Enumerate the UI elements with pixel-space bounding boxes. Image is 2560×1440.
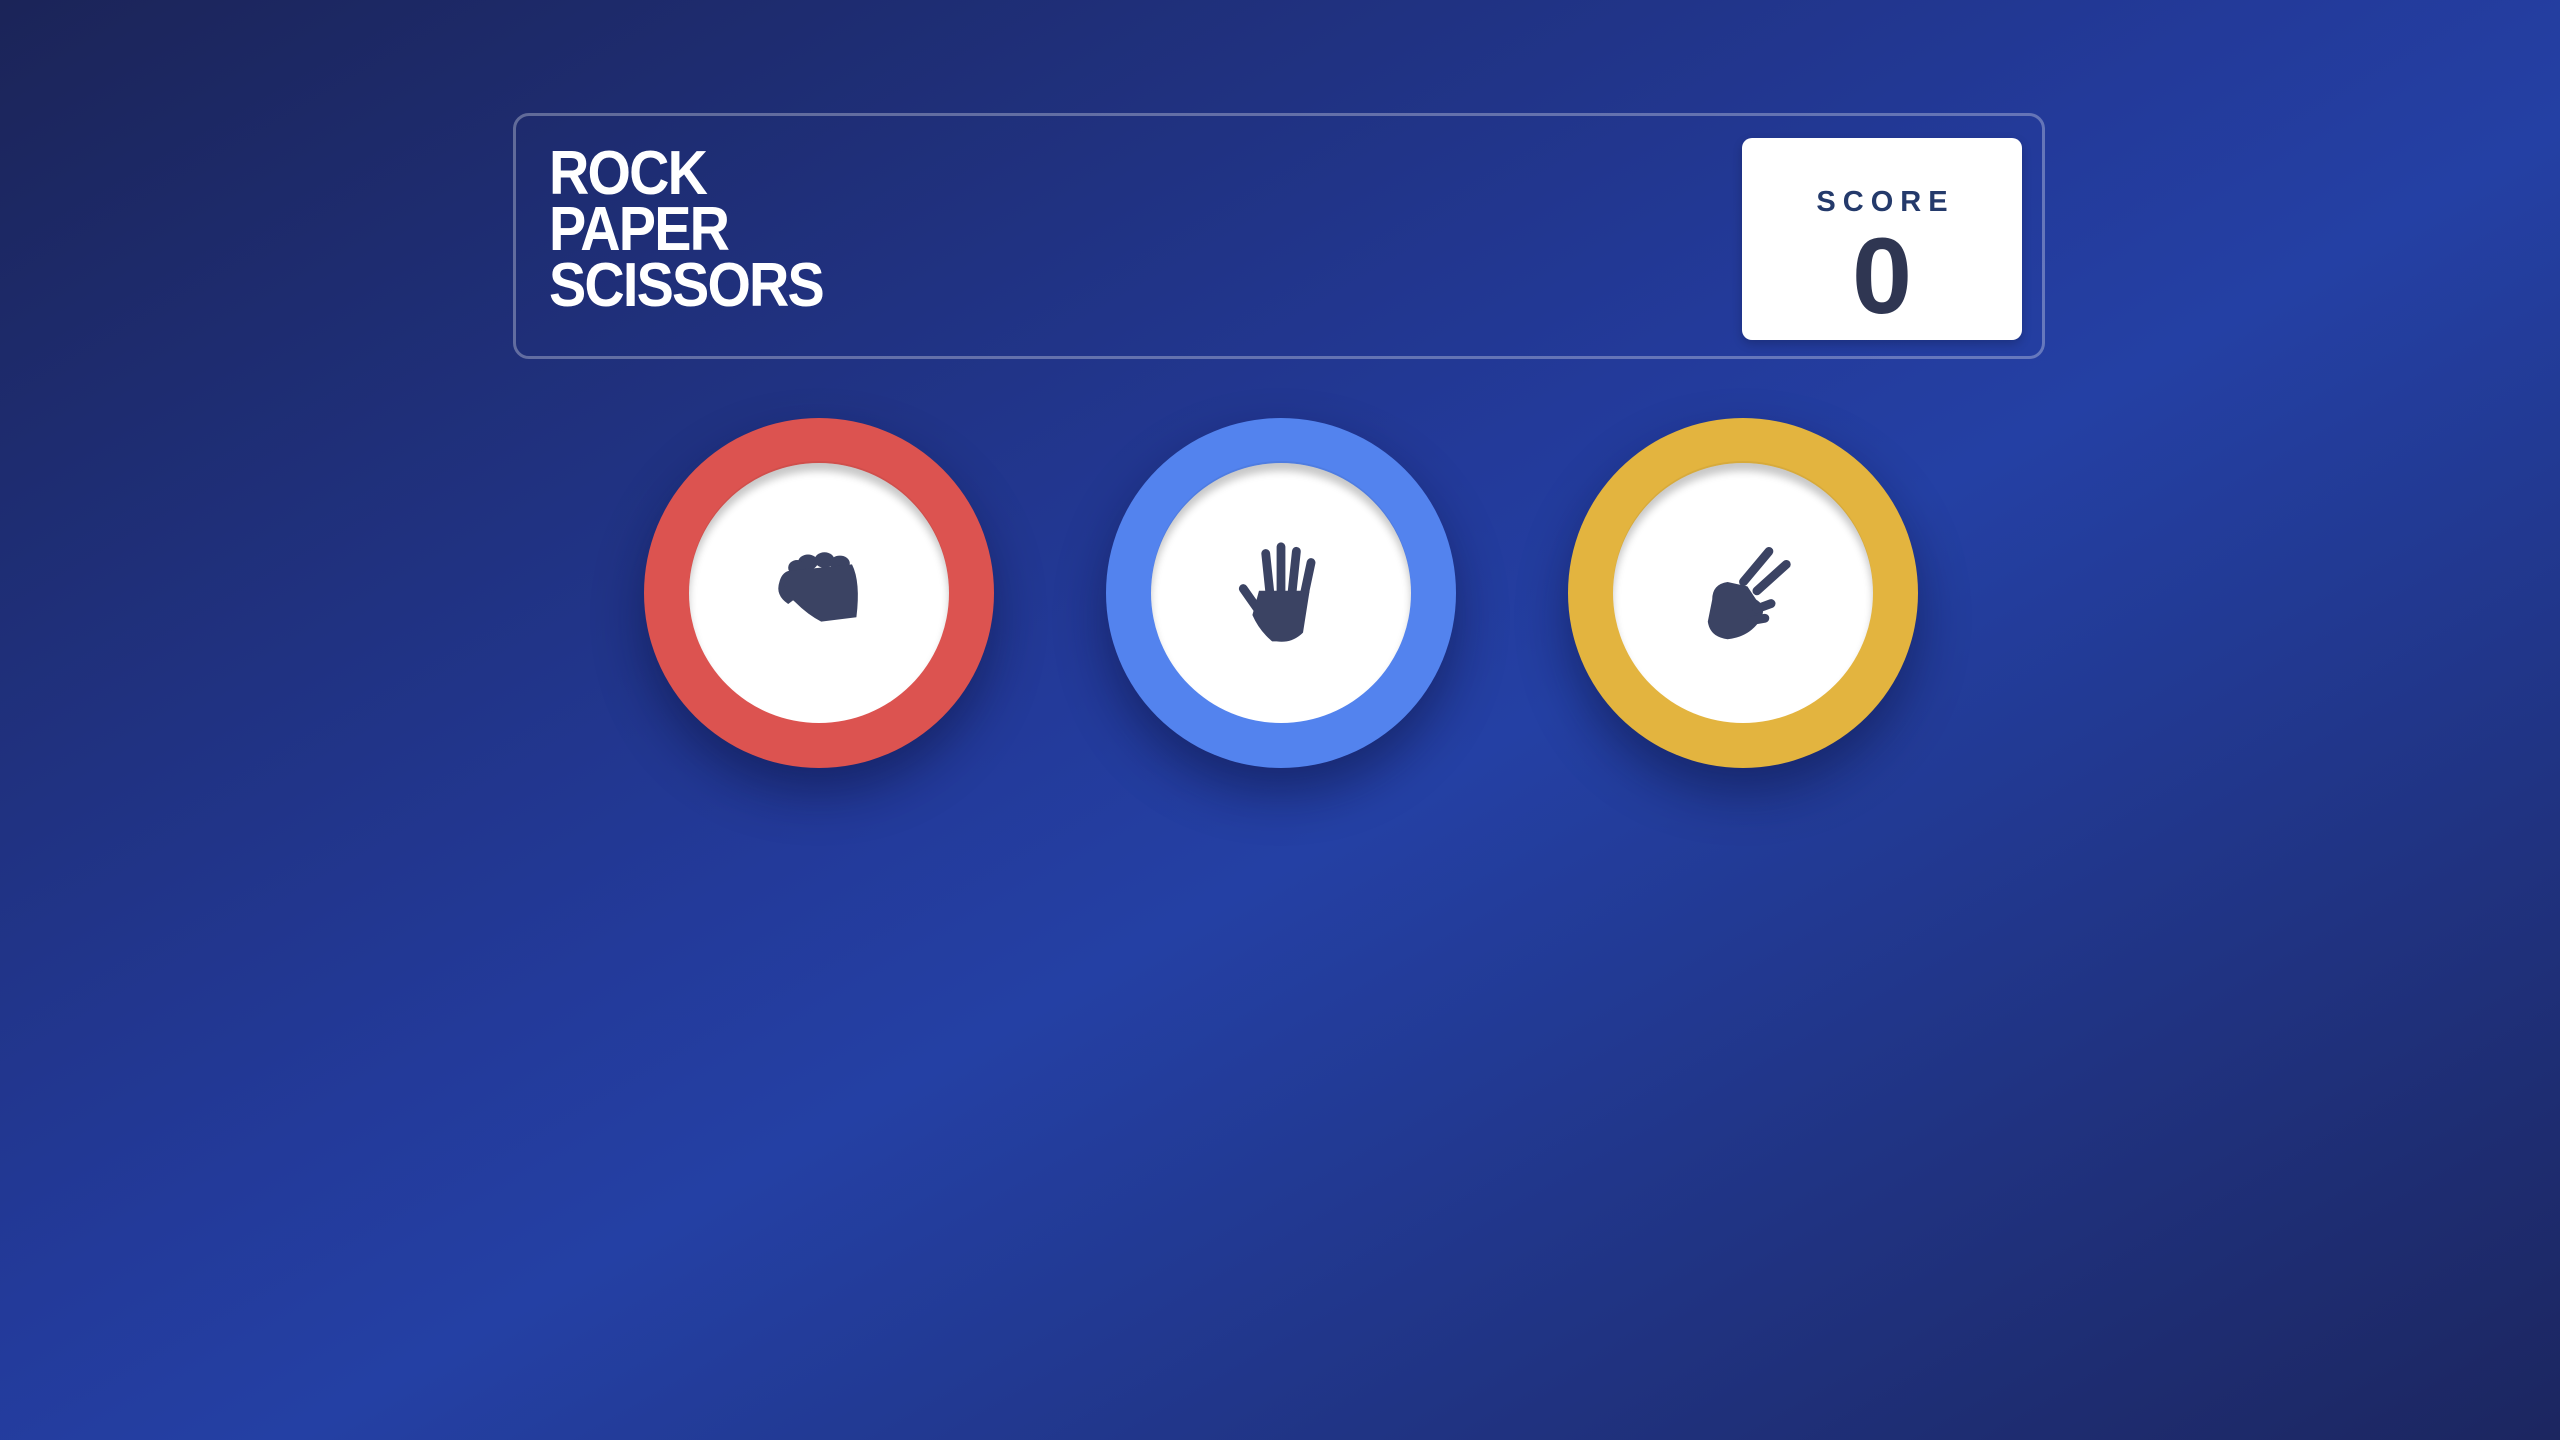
fist-icon [778, 552, 858, 622]
title-line-rock: ROCK [549, 139, 708, 208]
score-value: 0 [1851, 215, 1913, 336]
scissors-hand-icon [1707, 547, 1791, 640]
paper-choice-inner[interactable] [1151, 463, 1411, 723]
open-hand-icon [1238, 542, 1316, 642]
score-box: SCORE 0 [1742, 138, 2022, 340]
rock-choice-inner[interactable] [689, 463, 949, 723]
title-line-paper: PAPER [549, 195, 730, 264]
rock-choice-button[interactable] [644, 418, 994, 768]
scissors-choice-button[interactable] [1568, 418, 1918, 768]
game-header: ROCK PAPER SCISSORS SCORE 0 [513, 113, 2045, 359]
scissors-choice-inner[interactable] [1613, 463, 1873, 723]
title-line-scissors: SCISSORS [549, 251, 825, 320]
paper-choice-button[interactable] [1106, 418, 1456, 768]
game-title: ROCK PAPER SCISSORS [549, 139, 825, 320]
